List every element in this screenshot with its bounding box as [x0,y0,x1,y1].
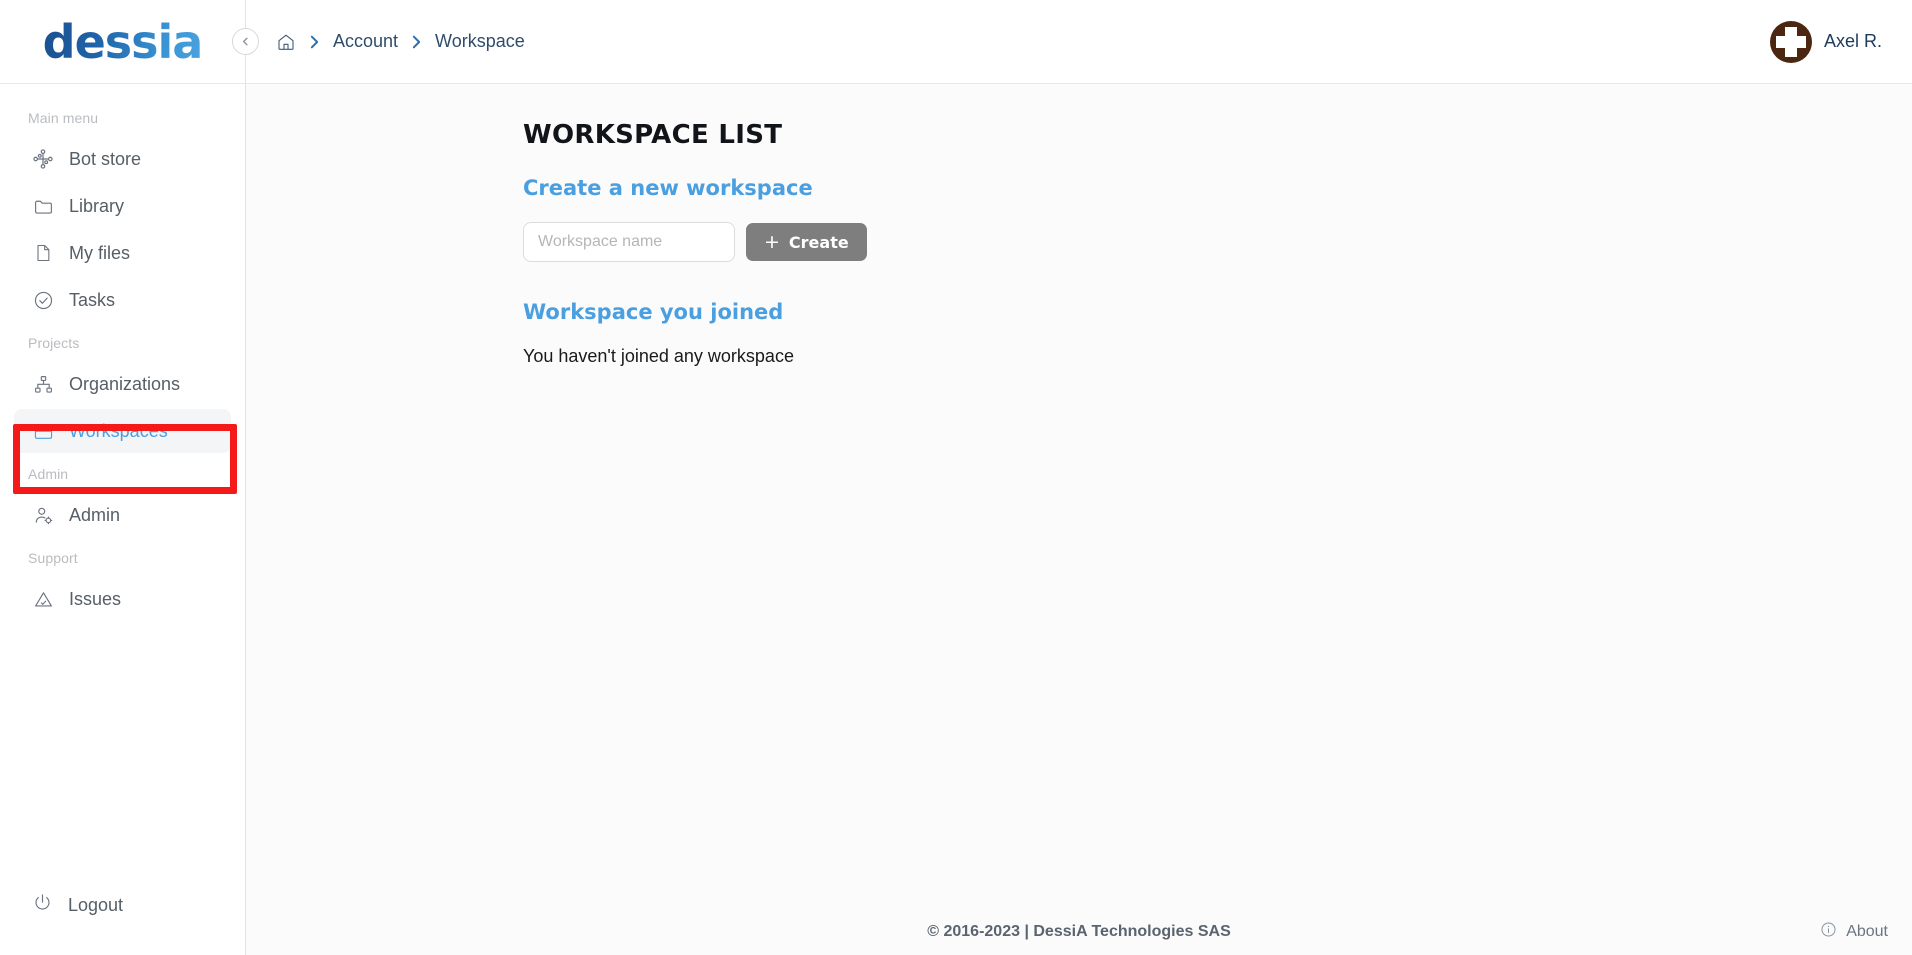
breadcrumb: Account Workspace [276,31,525,52]
sidebar-collapse-button[interactable] [232,28,259,55]
footer: © 2016-2023 | DessiA Technologies SAS Ab… [246,909,1912,955]
sidebar-footer: Logout [0,883,245,955]
briefcase-icon [32,420,54,442]
sidebar-item-label: Admin [69,504,121,525]
sidebar-item-label: Workspaces [69,420,168,441]
plus-icon: + [764,230,780,253]
page-title: WORKSPACE LIST [523,120,783,150]
user-name: Axel R. [1823,31,1882,51]
sidebar-item-library[interactable]: Library [14,184,231,228]
main-content: WORKSPACE LIST Create a new workspace + … [246,84,1912,909]
user-gear-icon [32,504,54,526]
sidebar-item-issues[interactable]: Issues [14,577,231,621]
sidebar-item-organizations[interactable]: Organizations [14,362,231,406]
nodes-network-icon [32,148,54,170]
user-menu[interactable]: Axel R. [1769,20,1888,63]
breadcrumb-separator [411,34,422,50]
sidebar-section-label-projects: Projects [28,335,80,351]
info-circle-icon [1820,921,1837,943]
breadcrumb-separator [309,34,320,50]
about-label: About [1846,923,1888,940]
sidebar-nav: Main menu Bot store Library My files Tas… [0,84,245,883]
sidebar-item-label: Library [69,195,125,216]
org-tree-icon [32,373,54,395]
create-button-label: Create [788,232,849,252]
home-icon[interactable] [276,32,296,52]
sidebar-section-label-support: Support [28,550,78,566]
create-workspace-form: + Create [523,222,1912,262]
sidebar-item-workspaces[interactable]: Workspaces [14,409,231,453]
create-workspace-button[interactable]: + Create [746,223,867,261]
about-link[interactable]: About [1820,921,1888,943]
sidebar-item-bot-store[interactable]: Bot store [14,137,231,181]
breadcrumb-item-account[interactable]: Account [333,31,398,52]
main-region: Account Workspace Axel R. WORKSPACE LIST… [246,0,1912,955]
warning-triangle-icon [32,588,54,610]
power-icon [32,892,53,918]
create-workspace-heading: Create a new workspace [523,176,813,200]
logout-button[interactable]: Logout [14,883,231,927]
app-root: dessia Main menu Bot store Library My fi… [0,0,1912,955]
cross-avatar-icon-bar [1775,35,1806,48]
workspace-name-input[interactable] [523,222,735,262]
footer-copyright: © 2016-2023 | DessiA Technologies SAS [927,923,1231,940]
sidebar-item-label: Issues [69,588,122,609]
check-circle-icon [32,289,54,311]
joined-workspace-empty-message: You haven't joined any workspace [523,346,794,366]
breadcrumb-item-workspace[interactable]: Workspace [435,31,525,52]
document-icon [32,242,54,264]
folder-icon [32,195,54,217]
brand-logo-text: dessia [42,14,204,69]
sidebar-item-label: My files [69,242,131,263]
avatar [1769,20,1812,63]
sidebar: dessia Main menu Bot store Library My fi… [0,0,246,955]
joined-workspace-heading: Workspace you joined [523,300,784,324]
top-bar: Account Workspace Axel R. [246,0,1912,84]
sidebar-section-label-main-menu: Main menu [28,110,99,126]
brand-logo[interactable]: dessia [0,0,245,84]
sidebar-item-label: Bot store [69,148,142,169]
sidebar-item-label: Tasks [69,289,116,310]
sidebar-section-label-admin: Admin [28,466,69,482]
sidebar-item-my-files[interactable]: My files [14,231,231,275]
sidebar-item-admin[interactable]: Admin [14,493,231,537]
sidebar-item-label: Organizations [69,373,181,394]
logout-label: Logout [68,894,124,915]
sidebar-item-tasks[interactable]: Tasks [14,278,231,322]
